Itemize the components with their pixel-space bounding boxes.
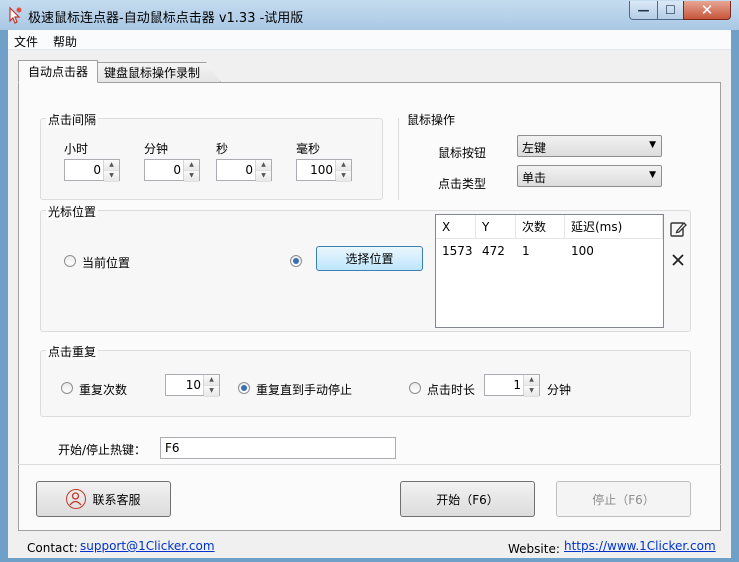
website-label: Website: [508,542,560,556]
dropdown-arrow-icon: ▼ [649,170,656,180]
cell-delay[interactable]: 100 [565,244,594,258]
pick-position-radio[interactable] [290,255,302,267]
edit-icon[interactable] [669,220,687,238]
app-cursor-icon [6,6,24,24]
menu-help[interactable]: 帮助 [53,33,77,50]
spin-up-icon[interactable]: ▲ [104,160,119,171]
cell-y[interactable]: 472 [476,244,505,258]
window-title: 极速鼠标连点器-自动鼠标点击器 v1.33 -试用版 [28,11,304,26]
duration-value: 1 [513,378,521,392]
spin-up-icon[interactable]: ▲ [204,375,219,386]
spin-up-icon[interactable]: ▲ [184,160,199,171]
click-type-select[interactable]: 单击 ▼ [517,165,662,187]
spin-down-icon[interactable]: ▼ [336,171,351,182]
spin-down-icon[interactable]: ▼ [524,386,539,397]
menu-bar [8,30,731,50]
col-delay-header[interactable]: 延迟(ms) [565,215,663,239]
support-agent-icon [66,489,87,509]
tab-recorder[interactable]: 键盘鼠标操作录制 [97,62,221,82]
minimize-button[interactable]: — [629,1,658,20]
stop-button[interactable]: 停止（F6） [556,481,691,517]
dropdown-arrow-icon: ▼ [649,140,656,150]
repeat-count-radio[interactable] [61,382,73,394]
spin-down-icon[interactable]: ▼ [256,171,271,182]
duration-unit: 分钟 [547,383,572,397]
repeat-count-value: 10 [185,378,201,392]
col-count-header[interactable]: 次数 [516,215,565,239]
until-stop-label: 重复直到手动停止 [256,383,353,397]
contact-support-button[interactable]: 联系客服 [36,481,171,517]
maximize-button[interactable]: ☐ [657,1,684,20]
col-x-header[interactable]: X [436,215,476,239]
spin-down-icon[interactable]: ▼ [204,386,219,397]
start-button[interactable]: 开始（F6） [400,481,535,517]
click-type-label: 点击类型 [438,177,487,191]
click-type-value: 单击 [522,171,547,185]
current-position-radio[interactable] [64,255,76,267]
menu-file[interactable]: 文件 [14,33,38,50]
repeat-group [40,350,691,417]
interval-group-label: 点击间隔 [46,111,99,128]
hours-spinner[interactable]: 0 ▲ ▼ [64,159,120,182]
seconds-spinner[interactable]: 0 ▲ ▼ [216,159,272,182]
hours-value: 0 [93,163,101,177]
duration-label: 点击时长 [427,383,476,397]
hotkey-input[interactable]: F6 [160,437,396,459]
hotkey-label: 开始/停止热键： [58,443,147,457]
website-link[interactable]: https://www.1Clicker.com [564,539,716,553]
mouse-button-value: 左键 [522,141,547,155]
repeat-count-label: 重复次数 [79,383,128,397]
repeat-count-spinner[interactable]: 10 ▲ ▼ [165,374,220,397]
contact-label: Contact: [27,541,78,555]
contact-email-link[interactable]: support@1Clicker.com [80,539,215,553]
tab-auto-clicker[interactable]: 自动点击器 [18,60,98,83]
position-table[interactable]: X Y 次数 延迟(ms) 1573 472 1 100 [435,214,664,328]
duration-spinner[interactable]: 1 ▲ ▼ [484,374,540,397]
spin-down-icon[interactable]: ▼ [184,171,199,182]
cell-count[interactable]: 1 [516,244,530,258]
contact-support-label: 联系客服 [92,492,141,507]
mouse-button-select[interactable]: 左键 ▼ [517,135,662,157]
duration-radio[interactable] [409,382,421,394]
seconds-value: 0 [245,163,253,177]
spin-down-icon[interactable]: ▼ [104,171,119,182]
minutes-label: 分钟 [144,142,169,156]
minutes-spinner[interactable]: 0 ▲ ▼ [144,159,200,182]
spin-up-icon[interactable]: ▲ [336,160,351,171]
seconds-label: 秒 [216,142,229,156]
delete-icon[interactable] [670,252,686,268]
pick-position-button[interactable]: 选择位置 [316,246,423,271]
close-button[interactable]: ✕ [683,1,731,20]
divider [18,464,721,465]
spin-up-icon[interactable]: ▲ [524,375,539,386]
current-position-label: 当前位置 [82,256,131,270]
hours-label: 小时 [64,142,89,156]
tab-recorder-label: 键盘鼠标操作录制 [103,66,200,80]
cursor-group-label: 光标位置 [46,203,99,220]
cell-x[interactable]: 1573 [436,244,473,258]
mouse-group-label: 鼠标操作 [405,111,458,128]
until-stop-radio[interactable] [238,382,250,394]
repeat-group-label: 点击重复 [46,343,99,360]
ms-value: 100 [310,163,333,177]
col-y-header[interactable]: Y [476,215,516,239]
spin-up-icon[interactable]: ▲ [256,160,271,171]
minutes-value: 0 [173,163,181,177]
ms-spinner[interactable]: 100 ▲ ▼ [296,159,352,182]
mouse-button-label: 鼠标按钮 [438,146,487,160]
ms-label: 毫秒 [296,142,321,156]
